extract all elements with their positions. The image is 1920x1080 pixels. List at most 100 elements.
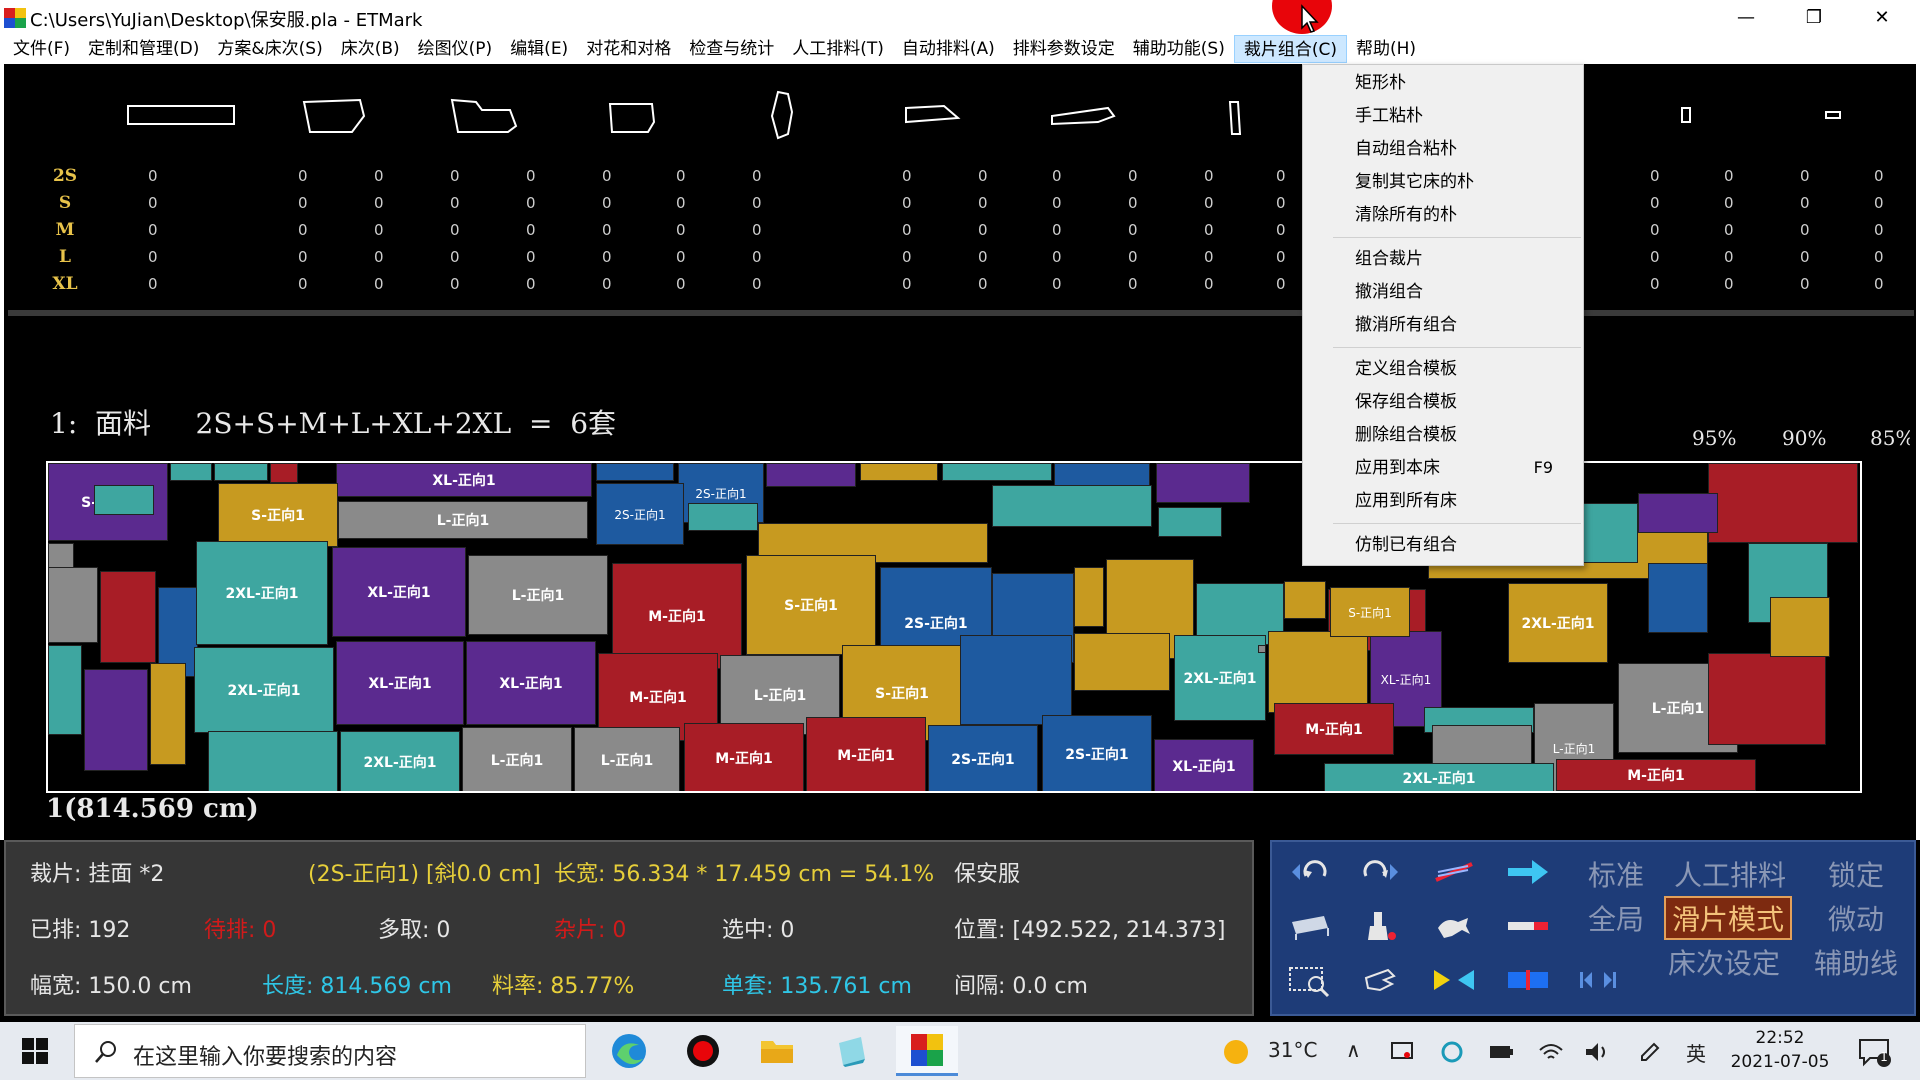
size-count-cell[interactable]: 0	[526, 167, 536, 185]
weather-temp[interactable]: 31°C	[1268, 1038, 1317, 1062]
menu-item-7[interactable]: 检查与统计	[680, 35, 783, 63]
panel-divider[interactable]	[8, 310, 1914, 316]
pattern-piece[interactable]: 2S-正向1	[596, 483, 684, 545]
pattern-piece[interactable]: XL-正向1	[336, 641, 464, 725]
pattern-piece[interactable]: L-正向1	[468, 555, 608, 635]
size-count-cell[interactable]: 0	[1874, 167, 1884, 185]
size-count-cell[interactable]: 0	[978, 194, 988, 212]
menu-option[interactable]: 组合裁片	[1303, 243, 1583, 275]
size-count-cell[interactable]: 0	[676, 194, 686, 212]
pattern-piece[interactable]	[100, 571, 156, 663]
size-count-cell[interactable]: 0	[148, 275, 158, 293]
menu-option[interactable]: 撤消组合	[1303, 276, 1583, 308]
size-count-cell[interactable]: 0	[298, 275, 308, 293]
pattern-piece[interactable]	[214, 463, 268, 481]
pattern-piece[interactable]	[1074, 633, 1170, 691]
search-box[interactable]: 在这里输入你要搜索的内容	[74, 1024, 586, 1078]
bar-tool-icon[interactable]	[1502, 906, 1554, 946]
menu-option[interactable]: 保存组合模板	[1303, 386, 1583, 418]
pattern-piece[interactable]: 2XL-正向1	[340, 731, 460, 791]
pattern-piece[interactable]	[150, 663, 186, 765]
nudge-button[interactable]: 微动	[1828, 898, 1884, 938]
bottle-tool-icon[interactable]	[1354, 906, 1406, 946]
size-count-cell[interactable]: 0	[1874, 275, 1884, 293]
pattern-piece[interactable]	[1074, 567, 1104, 627]
size-count-cell[interactable]: 0	[752, 221, 762, 239]
menu-option[interactable]: 应用到所有床	[1303, 485, 1583, 517]
standard-button[interactable]: 标准	[1588, 854, 1644, 894]
pattern-piece[interactable]: M-正向1	[806, 717, 926, 791]
pattern-piece[interactable]: 2XL-正向1	[196, 541, 328, 645]
size-count-cell[interactable]: 0	[902, 194, 912, 212]
size-count-cell[interactable]: 0	[676, 167, 686, 185]
piece-table-panel[interactable]: 2S S M L XL 0 0 0 0 0 0 0 0 0 0 0 0 0 0 0 0 0 0 0 0 0 0 0 0 0 0 0 0 0 0 0 0…	[8, 64, 1914, 310]
input-method[interactable]: 英	[1686, 1038, 1706, 1067]
notes-app[interactable]	[820, 1026, 882, 1076]
pattern-piece[interactable]: S-正向1	[218, 483, 338, 547]
pattern-piece[interactable]	[270, 463, 298, 483]
pattern-piece[interactable]	[1268, 631, 1368, 713]
size-count-cell[interactable]: 0	[978, 248, 988, 266]
size-count-cell[interactable]: 0	[374, 275, 384, 293]
table-tool-icon[interactable]	[1284, 906, 1336, 946]
wifi-icon[interactable]	[1538, 1040, 1564, 1064]
pattern-piece[interactable]: 2XL-正向1	[1174, 635, 1266, 721]
size-count-cell[interactable]: 0	[1276, 194, 1286, 212]
menu-item-3[interactable]: 床次(B)	[332, 35, 409, 63]
pattern-piece[interactable]: XL-正向1	[336, 463, 592, 497]
size-count-cell[interactable]: 0	[978, 275, 988, 293]
size-count-cell[interactable]: 0	[1650, 221, 1660, 239]
size-count-cell[interactable]: 0	[676, 221, 686, 239]
pattern-piece[interactable]: S-正向1	[1330, 587, 1410, 637]
size-count-cell[interactable]: 0	[526, 221, 536, 239]
pattern-piece[interactable]	[48, 567, 98, 643]
size-count-cell[interactable]: 0	[450, 167, 460, 185]
pattern-piece[interactable]: M-正向1	[1274, 703, 1394, 755]
size-count-cell[interactable]: 0	[1276, 275, 1286, 293]
menu-item-13[interactable]: 帮助(H)	[1347, 35, 1425, 63]
start-button[interactable]	[0, 1022, 70, 1080]
pattern-piece[interactable]: XL-正向1	[466, 641, 596, 725]
menu-option[interactable]: 复制其它床的朴	[1303, 166, 1583, 198]
size-count-cell[interactable]: 0	[374, 248, 384, 266]
pattern-piece[interactable]	[860, 463, 938, 481]
menu-item-1[interactable]: 定制和管理(D)	[79, 35, 208, 63]
pattern-piece[interactable]: XL-正向1	[1154, 739, 1254, 791]
volume-icon[interactable]	[1584, 1040, 1610, 1064]
size-count-cell[interactable]: 0	[1650, 167, 1660, 185]
menu-item-2[interactable]: 方案&床次(S)	[208, 35, 331, 63]
pattern-piece[interactable]: 2S-正向1	[1042, 715, 1152, 791]
size-count-cell[interactable]: 0	[752, 248, 762, 266]
size-count-cell[interactable]: 0	[1800, 275, 1810, 293]
pattern-piece[interactable]	[170, 463, 212, 481]
size-count-cell[interactable]: 0	[148, 167, 158, 185]
size-count-cell[interactable]: 0	[902, 221, 912, 239]
menu-item-9[interactable]: 自动排料(A)	[893, 35, 1004, 63]
pattern-piece[interactable]	[688, 503, 758, 531]
size-count-cell[interactable]: 0	[602, 248, 612, 266]
manual-layout-button[interactable]: 人工排料	[1674, 854, 1786, 894]
size-count-cell[interactable]: 0	[1276, 221, 1286, 239]
size-count-cell[interactable]: 0	[1204, 194, 1214, 212]
size-count-cell[interactable]: 0	[298, 194, 308, 212]
pattern-piece[interactable]: XL-正向1	[332, 547, 466, 637]
size-count-cell[interactable]: 0	[1874, 248, 1884, 266]
size-count-cell[interactable]: 0	[602, 167, 612, 185]
size-count-cell[interactable]: 0	[1276, 248, 1286, 266]
minimize-button[interactable]: —	[1712, 0, 1780, 34]
size-count-cell[interactable]: 0	[1128, 167, 1138, 185]
size-count-cell[interactable]: 0	[1204, 167, 1214, 185]
menu-option[interactable]: 仿制已有组合	[1303, 529, 1583, 561]
size-count-cell[interactable]: 0	[752, 167, 762, 185]
size-count-cell[interactable]: 0	[1800, 221, 1810, 239]
size-count-cell[interactable]: 0	[1204, 221, 1214, 239]
next-rotate-icon[interactable]	[1354, 852, 1406, 892]
size-count-cell[interactable]: 0	[902, 275, 912, 293]
size-count-cell[interactable]: 0	[1052, 248, 1062, 266]
size-count-cell[interactable]: 0	[450, 194, 460, 212]
menu-option[interactable]: 矩形朴	[1303, 67, 1583, 99]
menu-option[interactable]: 删除组合模板	[1303, 419, 1583, 451]
size-count-cell[interactable]: 0	[1128, 194, 1138, 212]
clock[interactable]: 22:52 2021-07-05	[1720, 1026, 1840, 1074]
pattern-piece[interactable]: M-正向1	[1556, 759, 1756, 791]
